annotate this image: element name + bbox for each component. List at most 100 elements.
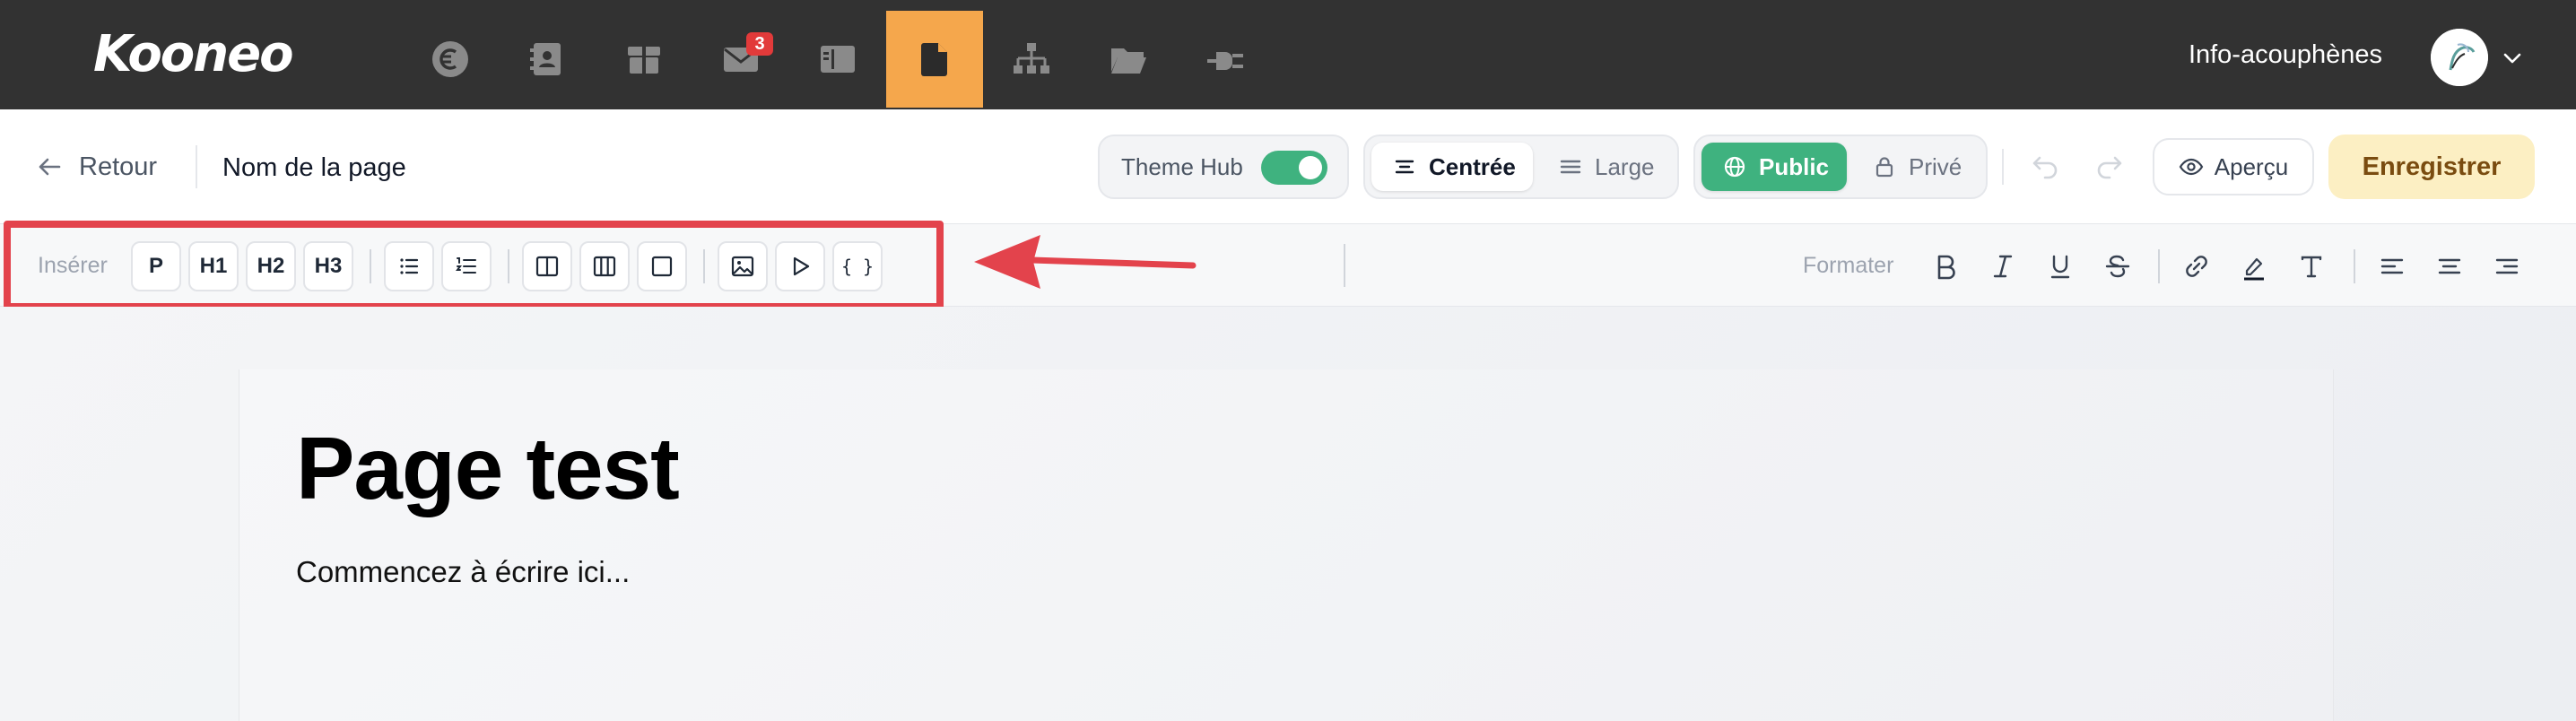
toolbar-separator [1344, 244, 1345, 287]
nav-emails[interactable]: 3 [692, 11, 789, 108]
unread-count-badge: 3 [746, 32, 773, 56]
nav-billing[interactable] [402, 11, 499, 108]
address-book-icon [526, 38, 569, 81]
highlighter-icon [2239, 251, 2269, 282]
bold-icon [1930, 251, 1961, 282]
insert-h1-button[interactable]: H1 [188, 241, 239, 291]
toolbar-separator [2354, 249, 2355, 283]
width-option-label: Large [1595, 152, 1655, 180]
save-button[interactable]: Enregistrer [2328, 135, 2535, 199]
theme-hub-label: Theme Hub [1121, 153, 1243, 180]
page-name-field[interactable]: Nom de la page [222, 150, 406, 186]
avatar[interactable] [2431, 29, 2488, 86]
redo-icon[interactable] [2092, 149, 2128, 185]
insert-bullet-list-button[interactable] [384, 241, 434, 291]
preview-button[interactable]: Aperçu [2153, 138, 2314, 195]
back-label: Retour [79, 152, 158, 181]
undo-icon[interactable] [2027, 149, 2063, 185]
link-icon [2181, 251, 2212, 282]
insert-video-button[interactable] [775, 241, 825, 291]
visibility-selector: Public Privé [1693, 135, 1988, 199]
width-option-label: Centrée [1429, 152, 1516, 180]
euro-coin-icon [429, 38, 472, 81]
nav-funnels[interactable] [983, 11, 1080, 108]
strikethrough-icon [2102, 251, 2133, 282]
sitemap-icon [1010, 38, 1053, 81]
chevron-down-icon[interactable] [2501, 47, 2524, 70]
bold-button[interactable] [1925, 246, 1966, 287]
theme-hub-control: Theme Hub [1098, 135, 1349, 199]
format-label: Formater [1803, 253, 1894, 278]
insert-container-button[interactable] [637, 241, 687, 291]
account-name[interactable]: Info-acouphènes [2189, 39, 2382, 70]
width-option-centree[interactable]: Centrée [1371, 143, 1533, 191]
insert-paragraph-button[interactable]: P [131, 241, 181, 291]
align-center-lines-icon [1393, 155, 1416, 178]
header-divider [2002, 149, 2004, 185]
align-center-button[interactable] [2429, 246, 2470, 287]
kooneo-logo[interactable]: Kooneo [93, 23, 294, 86]
box-icon [622, 38, 666, 81]
lock-icon [1873, 155, 1896, 178]
eye-icon [2179, 154, 2204, 179]
video-play-icon [787, 253, 814, 280]
width-selector: Centrée Large [1363, 135, 1679, 199]
container-box-icon [648, 253, 675, 280]
insert-two-columns-button[interactable] [522, 241, 572, 291]
visibility-option-public[interactable]: Public [1701, 143, 1847, 191]
align-left-button[interactable] [2371, 246, 2413, 287]
annotation-arrow-icon [974, 235, 1197, 289]
highlight-button[interactable] [2233, 246, 2275, 287]
toggle-knob [1299, 156, 1322, 179]
italic-button[interactable] [1982, 246, 2023, 287]
italic-icon [1988, 251, 2018, 282]
insert-three-columns-button[interactable] [579, 241, 630, 291]
page-title[interactable]: Page test [296, 421, 680, 515]
underline-button[interactable] [2040, 246, 2081, 287]
toolbar-separator [2158, 249, 2160, 283]
nav-products[interactable] [596, 11, 692, 108]
editor-toolbar: Insérer P H1 H2 H3 {} Formater [0, 224, 2576, 307]
numbered-list-icon [453, 253, 480, 280]
toolbar-separator [370, 249, 371, 283]
full-width-lines-icon [1559, 155, 1582, 178]
align-center-icon [2434, 251, 2465, 282]
globe-icon [1723, 155, 1746, 178]
text-style-button[interactable] [2291, 246, 2332, 287]
bullet-list-icon [396, 253, 422, 280]
insert-numbered-list-button[interactable] [441, 241, 492, 291]
image-icon [729, 253, 756, 280]
header-divider [196, 145, 197, 188]
align-left-icon [2377, 251, 2407, 282]
link-button[interactable] [2176, 246, 2217, 287]
align-right-button[interactable] [2486, 246, 2528, 287]
toolbar-separator [508, 249, 509, 283]
nav-files[interactable] [1080, 11, 1177, 108]
width-option-large[interactable]: Large [1537, 143, 1672, 191]
page-body-placeholder[interactable]: Commencez à écrire ici... [296, 554, 630, 590]
folder-open-icon [1107, 38, 1150, 81]
theme-hub-toggle[interactable] [1261, 151, 1327, 185]
underline-icon [2045, 251, 2076, 282]
three-columns-icon [591, 253, 618, 280]
nav-layouts[interactable] [789, 11, 886, 108]
insert-h3-button[interactable]: H3 [303, 241, 353, 291]
plug-icon [1204, 38, 1247, 81]
insert-image-button[interactable] [718, 241, 768, 291]
insert-h2-button[interactable]: H2 [246, 241, 296, 291]
nav-contacts[interactable] [499, 11, 596, 108]
align-right-icon [2492, 251, 2522, 282]
insert-code-button[interactable]: { } [832, 241, 883, 291]
back-button[interactable]: Retour [36, 147, 157, 187]
layout-icon [816, 38, 859, 81]
nav-pages[interactable] [886, 11, 983, 108]
insert-label: Insérer [38, 253, 108, 278]
top-navigation-bar: Kooneo 3 Info-acouphènes [0, 0, 2576, 109]
strikethrough-button[interactable] [2097, 246, 2138, 287]
editor-header: Retour Nom de la page Theme Hub Centrée … [0, 109, 2576, 224]
text-style-icon [2296, 251, 2327, 282]
visibility-option-label: Privé [1909, 152, 1962, 180]
visibility-option-prive[interactable]: Privé [1851, 143, 1980, 191]
visibility-option-label: Public [1759, 152, 1830, 180]
nav-integrations[interactable] [1177, 11, 1274, 108]
